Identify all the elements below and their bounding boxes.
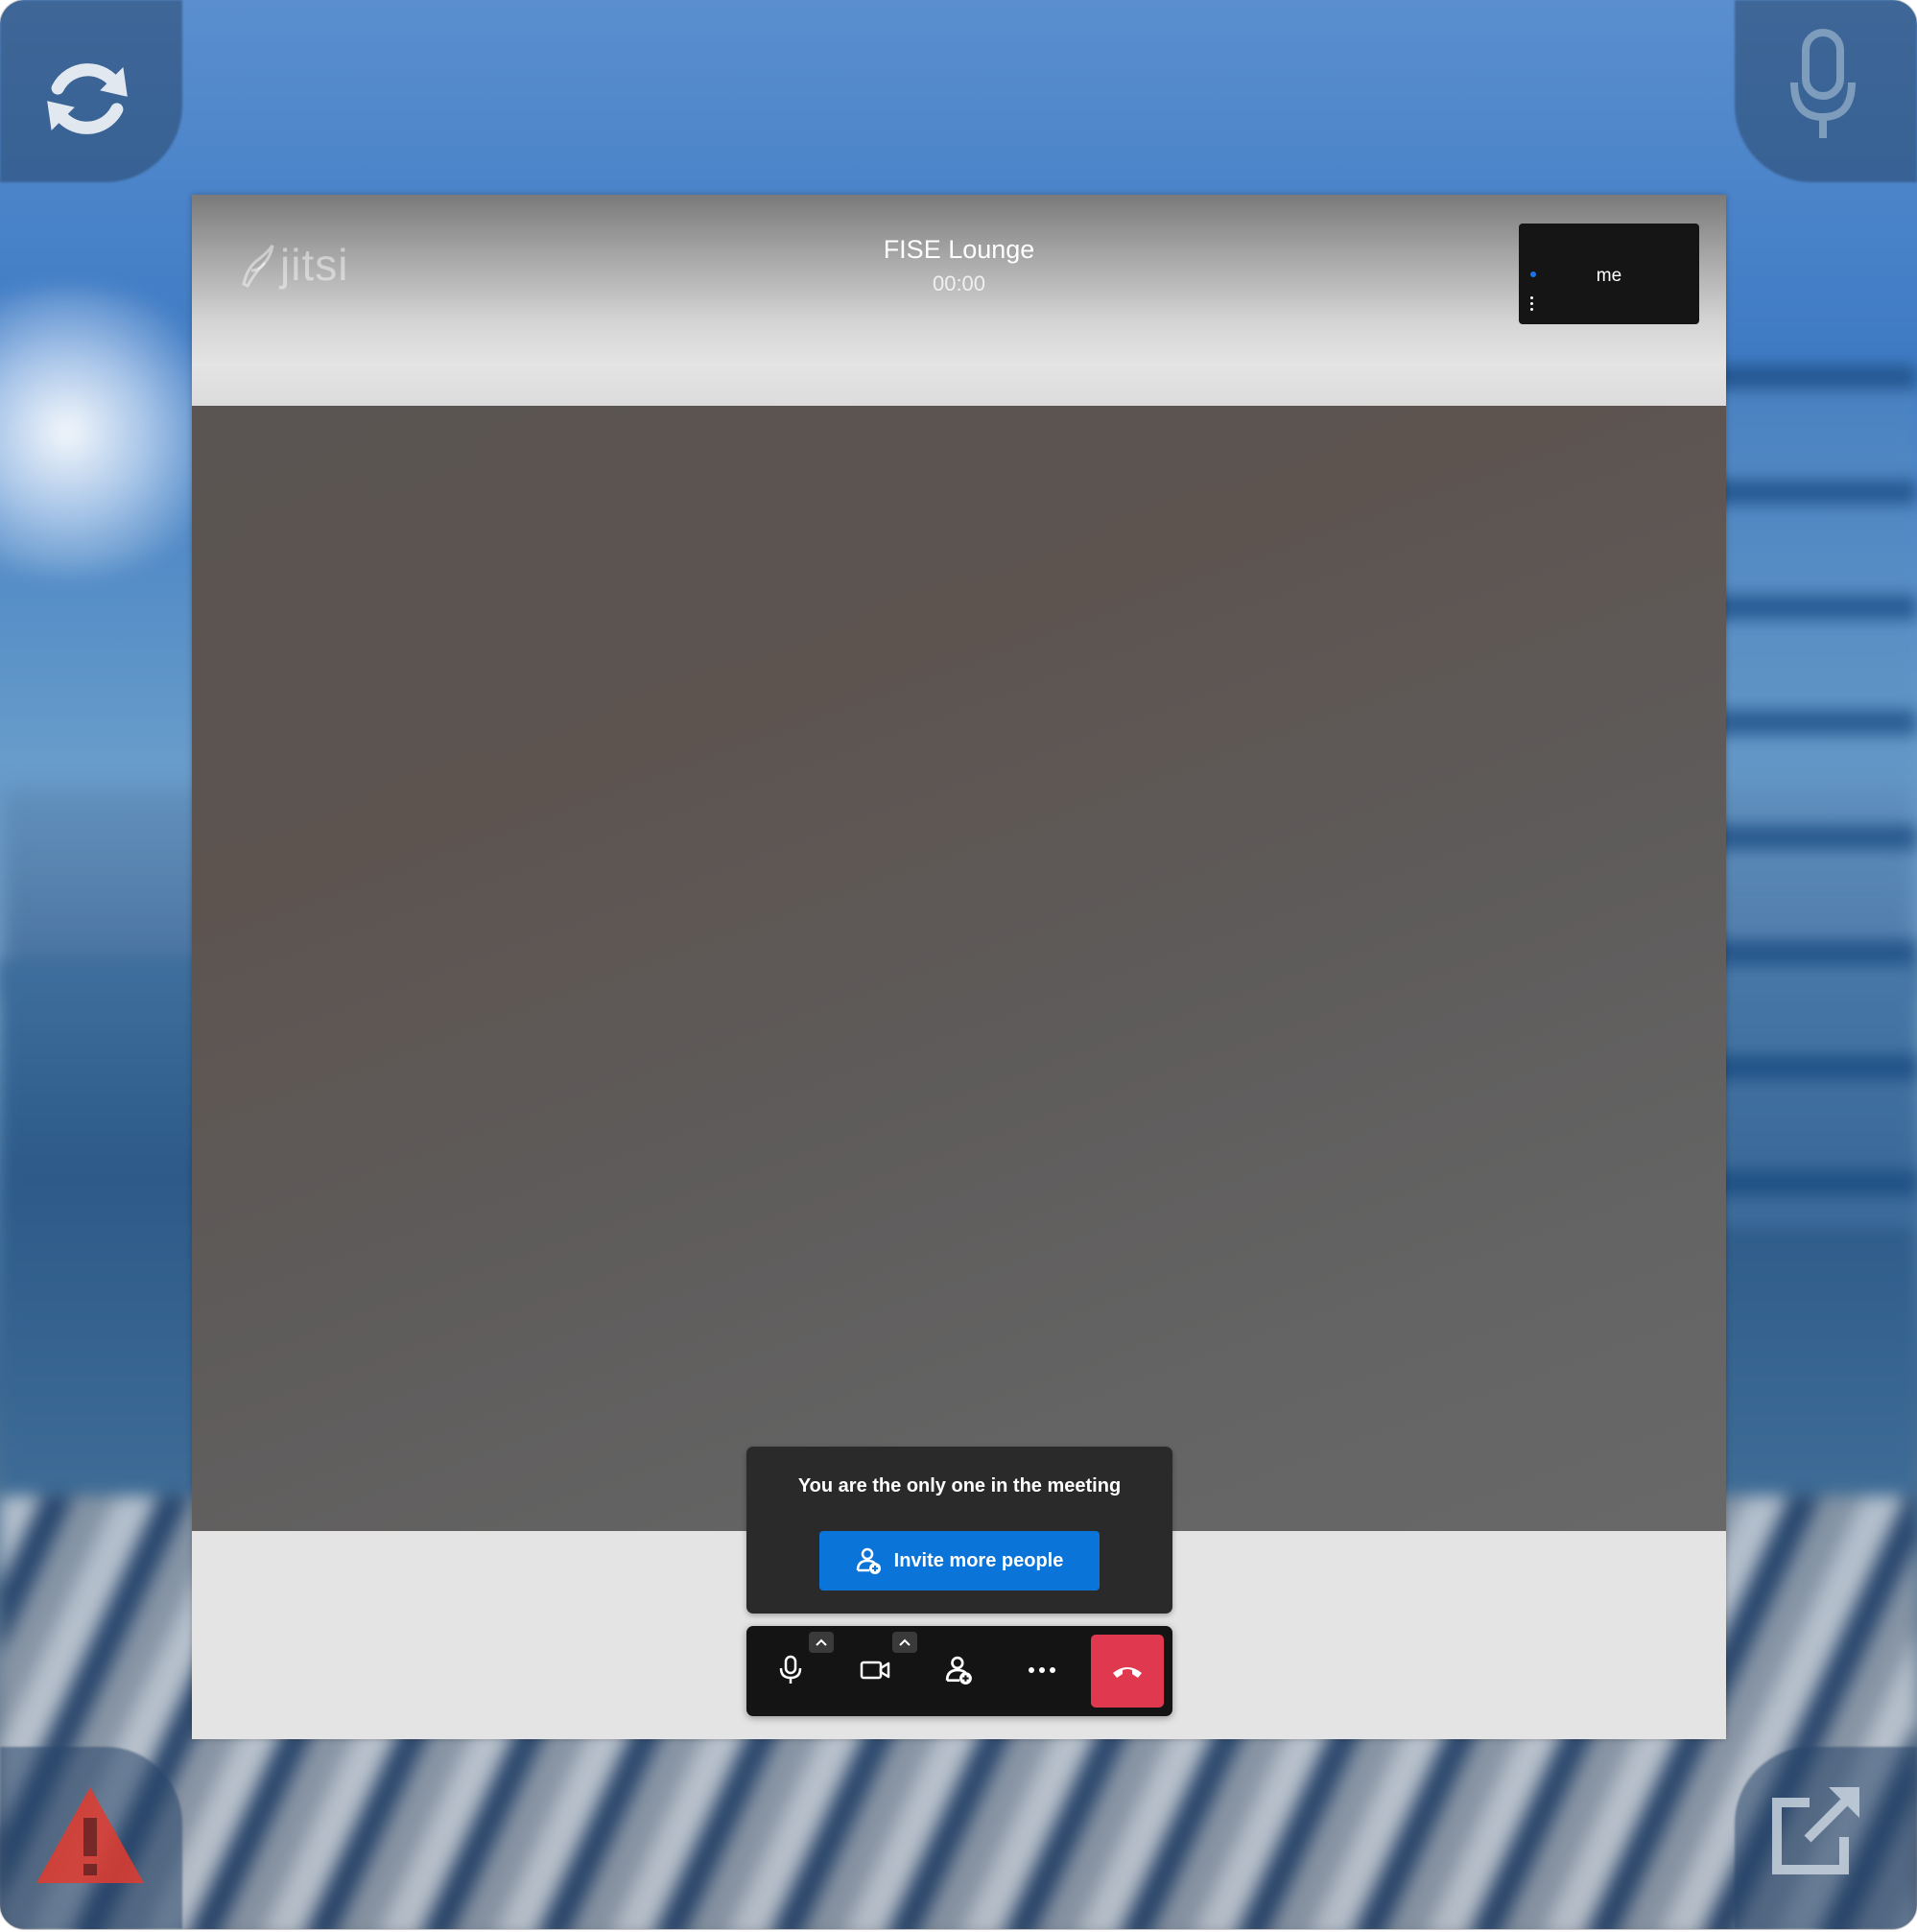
meeting-header	[192, 195, 1726, 406]
chevron-up-icon	[816, 1638, 827, 1646]
add-person-icon	[945, 1656, 972, 1685]
mic-icon	[779, 1655, 802, 1684]
chevron-up-icon	[899, 1638, 911, 1646]
background-railing	[1706, 365, 1917, 1228]
hangup-icon	[1113, 1667, 1142, 1678]
mic-options-caret[interactable]	[809, 1632, 834, 1653]
invite-more-people-button[interactable]: Invite more people	[819, 1531, 1100, 1590]
alone-notice: You are the only one in the meeting Invi…	[746, 1447, 1172, 1614]
hangup-button[interactable]	[1091, 1635, 1164, 1708]
camera-icon	[860, 1661, 890, 1680]
camera-options-caret[interactable]	[892, 1632, 917, 1653]
meeting-timer: 00:00	[932, 271, 986, 295]
more-actions-button[interactable]	[1011, 1639, 1073, 1701]
more-icon	[1029, 1667, 1055, 1673]
invite-button-label: Invite more people	[893, 1549, 1064, 1571]
large-video	[192, 406, 1726, 1531]
refresh-icon[interactable]	[35, 46, 140, 152]
warning-icon[interactable]	[33, 1783, 148, 1889]
alone-notice-text: You are the only one in the meeting	[797, 1475, 1122, 1496]
app-window: jitsi FISE Lounge 00:00 me You are the o…	[0, 0, 1917, 1929]
popout-icon[interactable]	[1762, 1779, 1867, 1885]
microphone-icon[interactable]	[1785, 29, 1861, 144]
invite-button[interactable]	[929, 1639, 990, 1701]
add-person-icon	[856, 1547, 881, 1574]
meeting-frame: jitsi FISE Lounge 00:00 me You are the o…	[192, 195, 1726, 1739]
meeting-title: FISE Lounge	[883, 235, 1035, 264]
thumbnail-menu-icon[interactable]	[1530, 296, 1533, 311]
meeting-toolbar	[746, 1626, 1172, 1716]
self-view-name: me	[1596, 266, 1622, 286]
self-view-thumbnail[interactable]: me	[1519, 224, 1699, 324]
